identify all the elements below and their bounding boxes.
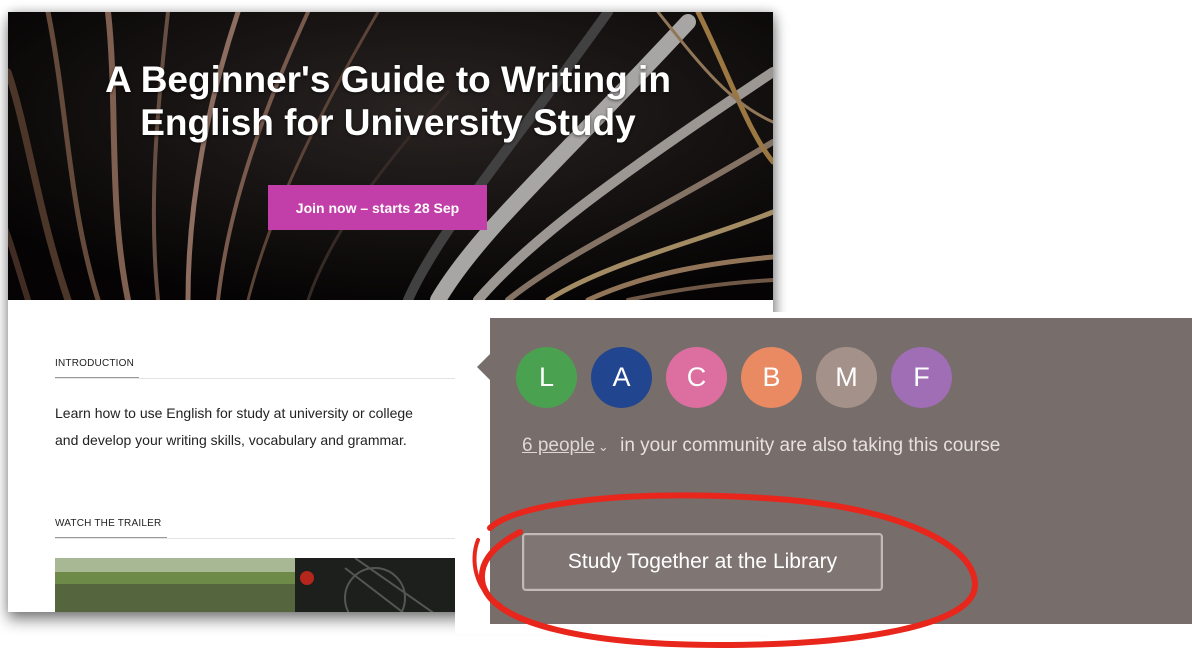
avatar[interactable]: B <box>741 347 802 408</box>
join-now-button[interactable]: Join now – starts 28 Sep <box>268 185 487 230</box>
trailer-preview-image <box>55 558 455 612</box>
community-avatars: L A C B M F <box>516 347 952 408</box>
hero-banner: A Beginner's Guide to Writing in English… <box>8 12 773 300</box>
trailer-video-thumbnail[interactable] <box>55 558 455 612</box>
chevron-down-icon: ⌄ <box>597 439 609 454</box>
popover-pointer <box>477 354 490 380</box>
introduction-text: Learn how to use English for study at un… <box>55 405 413 448</box>
introduction-divider <box>55 378 455 379</box>
book-pages-image <box>8 12 773 300</box>
community-summary: 6 people ⌄ in your community are also tak… <box>522 435 1000 457</box>
avatar[interactable]: C <box>666 347 727 408</box>
avatar[interactable]: M <box>816 347 877 408</box>
trailer-heading: WATCH THE TRAILER <box>55 518 162 529</box>
study-together-button[interactable]: Study Together at the Library <box>522 533 883 591</box>
introduction-heading: INTRODUCTION <box>55 358 135 369</box>
avatar[interactable]: F <box>891 347 952 408</box>
people-count-label: 6 people <box>522 435 595 456</box>
course-title: A Beginner's Guide to Writing in English… <box>105 59 671 143</box>
community-summary-text: in your community are also taking this c… <box>620 435 1001 456</box>
avatar[interactable]: L <box>516 347 577 408</box>
avatar[interactable]: A <box>591 347 652 408</box>
people-count-toggle[interactable]: 6 people ⌄ <box>522 435 615 456</box>
trailer-divider <box>55 538 455 539</box>
